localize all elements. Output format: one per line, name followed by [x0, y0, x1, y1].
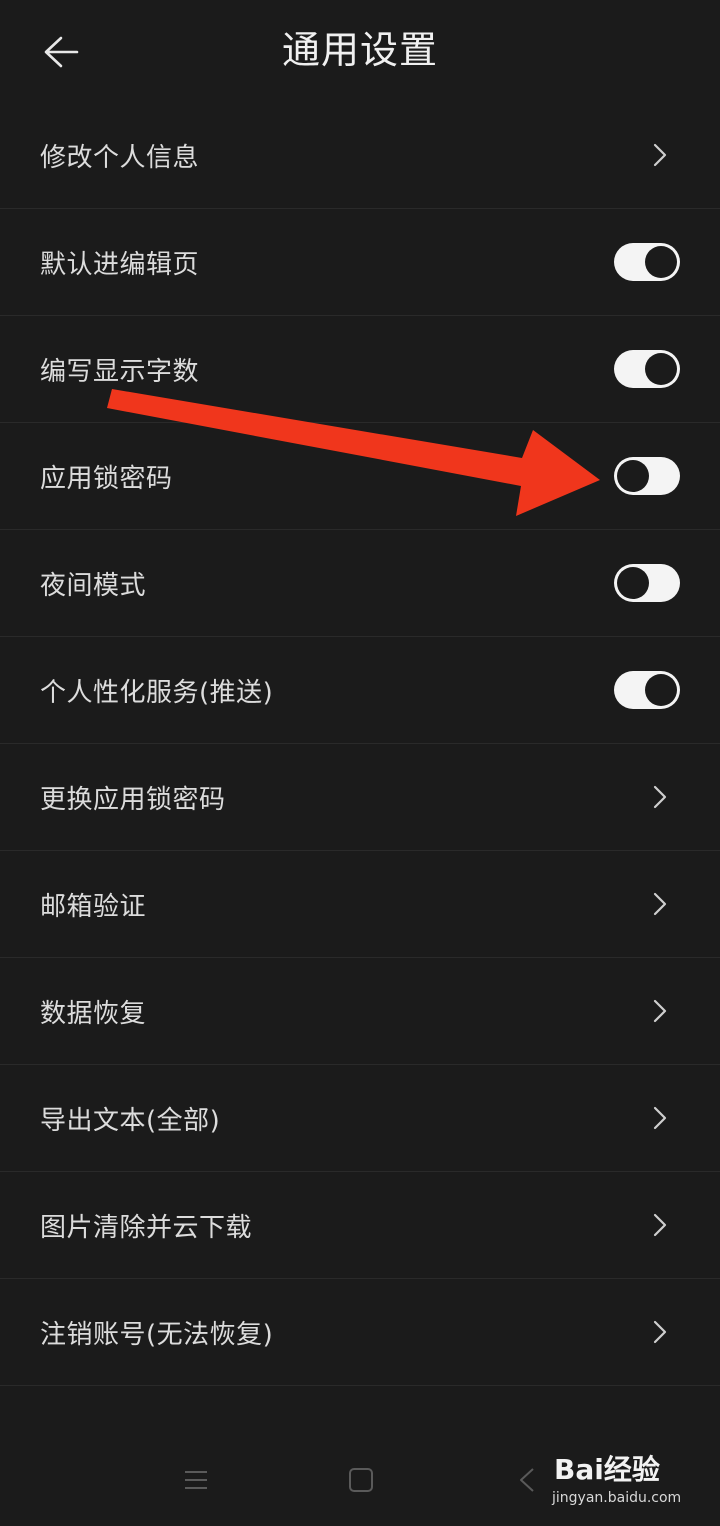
setting-label: 注销账号(无法恢复) [40, 1319, 274, 1350]
setting-row-image-clear-download[interactable]: 图片清除并云下载 [0, 1172, 720, 1279]
setting-row-default-edit-page: 默认进编辑页 [0, 209, 720, 316]
setting-row-show-word-count: 编写显示字数 [0, 316, 720, 423]
toggle-knob [645, 674, 677, 706]
nav-menu-button[interactable] [176, 1460, 216, 1500]
chevron-right-icon [650, 782, 670, 812]
settings-list: 修改个人信息 默认进编辑页 编写显示字数 应用锁密码 夜间模式 个人性化服务(推… [0, 102, 720, 1386]
toggle-switch-off[interactable] [614, 564, 680, 602]
toggle-switch-on[interactable] [614, 671, 680, 709]
toggle-switch-off[interactable] [614, 457, 680, 495]
toggle-switch-on[interactable] [614, 350, 680, 388]
square-home-icon [349, 1468, 373, 1492]
setting-label: 图片清除并云下载 [40, 1212, 253, 1243]
watermark-url: jingyan.baidu.com [552, 1490, 682, 1506]
chevron-right-icon [650, 1210, 670, 1240]
chevron-right-icon [650, 1103, 670, 1133]
setting-label: 更换应用锁密码 [40, 784, 226, 815]
triangle-back-icon [520, 1468, 534, 1492]
chevron-right-icon [650, 140, 670, 170]
setting-row-change-lock-password[interactable]: 更换应用锁密码 [0, 744, 720, 851]
toggle-knob [617, 460, 649, 492]
nav-home-button[interactable] [341, 1460, 381, 1500]
setting-label: 应用锁密码 [40, 463, 173, 494]
chevron-right-icon [650, 889, 670, 919]
setting-label: 导出文本(全部) [40, 1105, 221, 1136]
setting-label: 邮箱验证 [40, 891, 147, 922]
toggle-switch-on[interactable] [614, 243, 680, 281]
setting-row-delete-account[interactable]: 注销账号(无法恢复) [0, 1279, 720, 1386]
setting-label: 数据恢复 [40, 998, 147, 1029]
watermark-brand: Bai经验 [554, 1453, 660, 1486]
chevron-right-icon [650, 996, 670, 1026]
setting-label: 默认进编辑页 [40, 249, 200, 280]
setting-label: 编写显示字数 [40, 356, 200, 387]
setting-label: 个人性化服务(推送) [40, 677, 274, 708]
toggle-knob [645, 353, 677, 385]
toggle-knob [645, 246, 677, 278]
setting-row-email-verify[interactable]: 邮箱验证 [0, 851, 720, 958]
setting-label: 夜间模式 [40, 570, 147, 601]
setting-row-edit-profile[interactable]: 修改个人信息 [0, 102, 720, 209]
setting-row-data-recovery[interactable]: 数据恢复 [0, 958, 720, 1065]
header-bar: 通用设置 [0, 0, 720, 102]
setting-row-personalized-service: 个人性化服务(推送) [0, 637, 720, 744]
page-title: 通用设置 [281, 28, 438, 72]
setting-row-export-text[interactable]: 导出文本(全部) [0, 1065, 720, 1172]
chevron-right-icon [650, 1317, 670, 1347]
setting-row-app-lock-password: 应用锁密码 [0, 423, 720, 530]
menu-icon [185, 1471, 207, 1489]
toggle-knob [617, 567, 649, 599]
setting-label: 修改个人信息 [40, 142, 200, 173]
nav-back-button[interactable] [507, 1460, 547, 1500]
baidu-jingyan-watermark: Bai经验 jingyan.baidu.com [548, 1448, 698, 1514]
setting-row-night-mode: 夜间模式 [0, 530, 720, 637]
